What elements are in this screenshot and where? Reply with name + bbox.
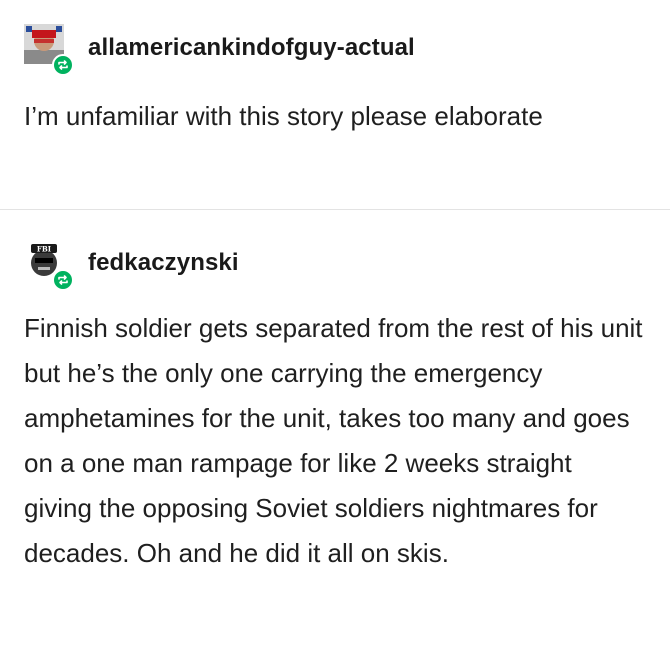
avatar-caption: FBI (37, 245, 51, 254)
post-body: Finnish soldier gets separated from the … (24, 313, 643, 568)
avatar-container[interactable] (24, 24, 74, 76)
reblog-icon (58, 60, 68, 70)
avatar-container[interactable]: FBI (24, 239, 74, 291)
reblog-badge (52, 269, 74, 291)
post: allamericankindofguy-actual I’m unfamili… (0, 0, 670, 210)
post-divider (0, 209, 670, 210)
username[interactable]: fedkaczynski (88, 249, 239, 277)
post-body: I’m unfamiliar with this story please el… (24, 101, 543, 131)
reblog-badge (52, 54, 74, 76)
reblog-icon (58, 275, 68, 285)
username[interactable]: allamericankindofguy-actual (88, 34, 415, 62)
post: FBI fedkaczynski Finnish soldier gets se… (0, 211, 670, 647)
